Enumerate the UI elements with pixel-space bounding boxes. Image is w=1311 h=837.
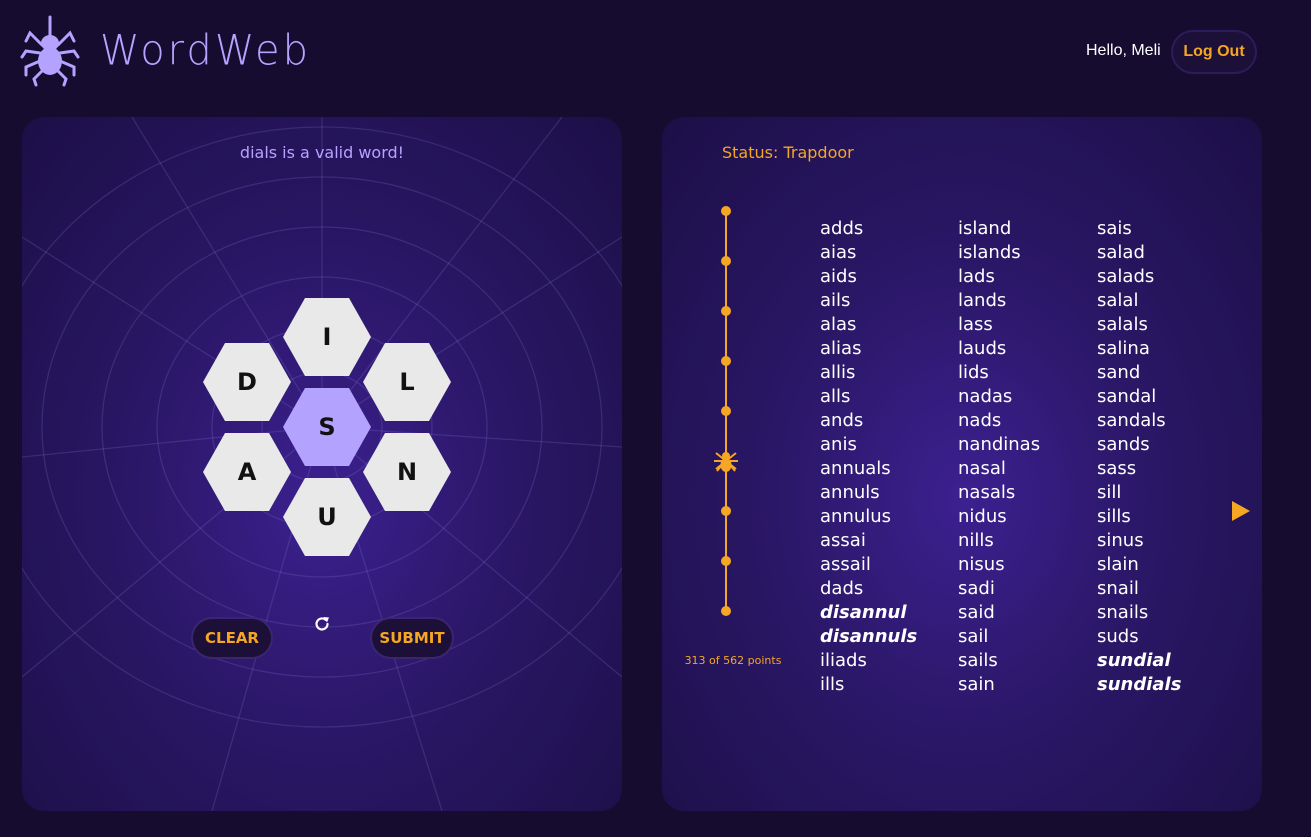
found-word-pangram: sundials (1097, 674, 1182, 695)
logout-button[interactable]: Log Out (1173, 32, 1255, 72)
found-word: sass (1097, 458, 1137, 479)
spider-icon (714, 447, 738, 472)
found-word: snail (1097, 578, 1139, 599)
found-word: nadas (958, 386, 1013, 407)
found-word-pangram: sundial (1097, 650, 1171, 671)
found-word: assai (820, 530, 866, 551)
found-word: allis (820, 362, 856, 383)
found-word: dads (820, 578, 864, 599)
found-word: nads (958, 410, 1002, 431)
found-word: sills (1097, 506, 1131, 527)
progress-panel: Status: Trapdoor 313 of 562 points adds a… (662, 117, 1262, 811)
found-word: nandinas (958, 434, 1041, 455)
progress-level-dot (721, 206, 731, 216)
found-word: nasal (958, 458, 1006, 479)
found-word: sands (1097, 434, 1150, 455)
play-arrow-icon (1232, 501, 1250, 521)
found-word: nisus (958, 554, 1005, 575)
found-word: sail (958, 626, 989, 647)
found-word: alls (820, 386, 851, 407)
found-word: annulus (820, 506, 892, 527)
found-word: lids (958, 362, 989, 383)
progress-level-dot (721, 556, 731, 566)
progress-level-dot (721, 306, 731, 316)
found-word: assail (820, 554, 871, 575)
progress-level-dot (721, 606, 731, 616)
found-word: slain (1097, 554, 1139, 575)
next-page-button[interactable] (1232, 501, 1250, 521)
shuffle-button[interactable] (310, 612, 334, 636)
clear-button[interactable]: CLEAR (193, 619, 271, 657)
found-word: anis (820, 434, 857, 455)
progress-level-dot (721, 256, 731, 266)
status-label: Status: Trapdoor (722, 143, 854, 162)
found-word: sinus (1097, 530, 1144, 551)
found-word: sadi (958, 578, 995, 599)
found-words-column-2: island islands lads lands lass lauds lids nadas… (958, 217, 1093, 697)
found-word: nasals (958, 482, 1016, 503)
points-label: 313 of 562 points (684, 654, 782, 667)
found-word: salads (1097, 266, 1155, 287)
submit-button[interactable]: SUBMIT (372, 619, 452, 657)
found-word: islands (958, 242, 1021, 263)
found-word: aias (820, 242, 857, 263)
found-word: salad (1097, 242, 1145, 263)
found-word: sandal (1097, 386, 1157, 407)
found-word: sill (1097, 482, 1122, 503)
found-word: lands (958, 290, 1007, 311)
user-greeting: Hello, Meli (1086, 42, 1161, 59)
found-words-column-3: sais salad salads salal salals salina sand sand… (1097, 217, 1232, 697)
progress-level-dot (721, 506, 731, 516)
found-word: said (958, 602, 995, 623)
feedback-message: dials is a valid word! (239, 143, 405, 162)
refresh-icon (315, 617, 329, 631)
found-word: alas (820, 314, 857, 335)
found-word: ails (820, 290, 851, 311)
found-word: adds (820, 218, 864, 239)
found-word: salal (1097, 290, 1139, 311)
found-word: annuals (820, 458, 891, 479)
found-word: ands (820, 410, 864, 431)
found-word: annuls (820, 482, 880, 503)
found-word: sand (1097, 362, 1141, 383)
found-word: alias (820, 338, 862, 359)
puzzle-panel: dials is a valid word! I D L S A N U CLE… (22, 117, 622, 811)
found-word-pangram: disannul (820, 602, 907, 623)
found-word: aids (820, 266, 857, 287)
found-word: sandals (1097, 410, 1166, 431)
found-word: lads (958, 266, 995, 287)
progress-level-dot (721, 356, 731, 366)
found-word: salals (1097, 314, 1148, 335)
app-title: WordWeb (100, 26, 312, 76)
spider-logo-icon (20, 15, 80, 87)
found-word: sails (958, 650, 998, 671)
progress-level-dot (721, 406, 731, 416)
found-word: nills (958, 530, 994, 551)
found-words-column-1: adds aias aids ails alas alias allis alls ands an… (820, 217, 955, 697)
found-word: sain (958, 674, 995, 695)
found-word: lauds (958, 338, 1007, 359)
found-word: island (958, 218, 1012, 239)
found-word: nidus (958, 506, 1007, 527)
found-word: salina (1097, 338, 1150, 359)
found-word-pangram: disannuls (820, 626, 918, 647)
found-word: suds (1097, 626, 1139, 647)
found-word: iliads (820, 650, 867, 671)
found-word: ills (820, 674, 845, 695)
found-word: lass (958, 314, 993, 335)
found-word: snails (1097, 602, 1149, 623)
progress-track (714, 206, 738, 616)
found-word: sais (1097, 218, 1132, 239)
